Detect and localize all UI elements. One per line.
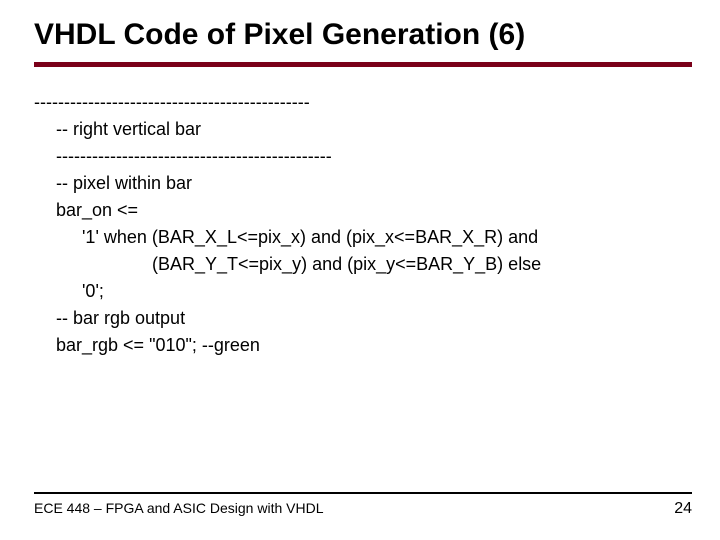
code-line: '0'; (34, 278, 692, 305)
title-underline (34, 62, 692, 67)
code-line: '1' when (BAR_X_L<=pix_x) and (pix_x<=BA… (34, 224, 692, 251)
code-line: bar_on <= (34, 197, 692, 224)
code-line: -- right vertical bar (34, 116, 692, 143)
footer-course: ECE 448 – FPGA and ASIC Design with VHDL (34, 500, 323, 516)
code-line: ----------------------------------------… (34, 143, 692, 170)
footer-divider (34, 492, 692, 494)
slide-title: VHDL Code of Pixel Generation (6) (34, 18, 692, 52)
code-line: -- pixel within bar (34, 170, 692, 197)
code-line: ----------------------------------------… (34, 89, 692, 116)
code-line: bar_rgb <= "010"; --green (34, 332, 692, 359)
page-number: 24 (674, 500, 692, 518)
code-line: -- bar rgb output (34, 305, 692, 332)
slide: VHDL Code of Pixel Generation (6) ------… (0, 0, 720, 540)
code-line: (BAR_Y_T<=pix_y) and (pix_y<=BAR_Y_B) el… (34, 251, 692, 278)
code-block: ----------------------------------------… (34, 89, 692, 359)
footer-row: ECE 448 – FPGA and ASIC Design with VHDL… (34, 500, 692, 518)
footer: ECE 448 – FPGA and ASIC Design with VHDL… (34, 492, 692, 518)
